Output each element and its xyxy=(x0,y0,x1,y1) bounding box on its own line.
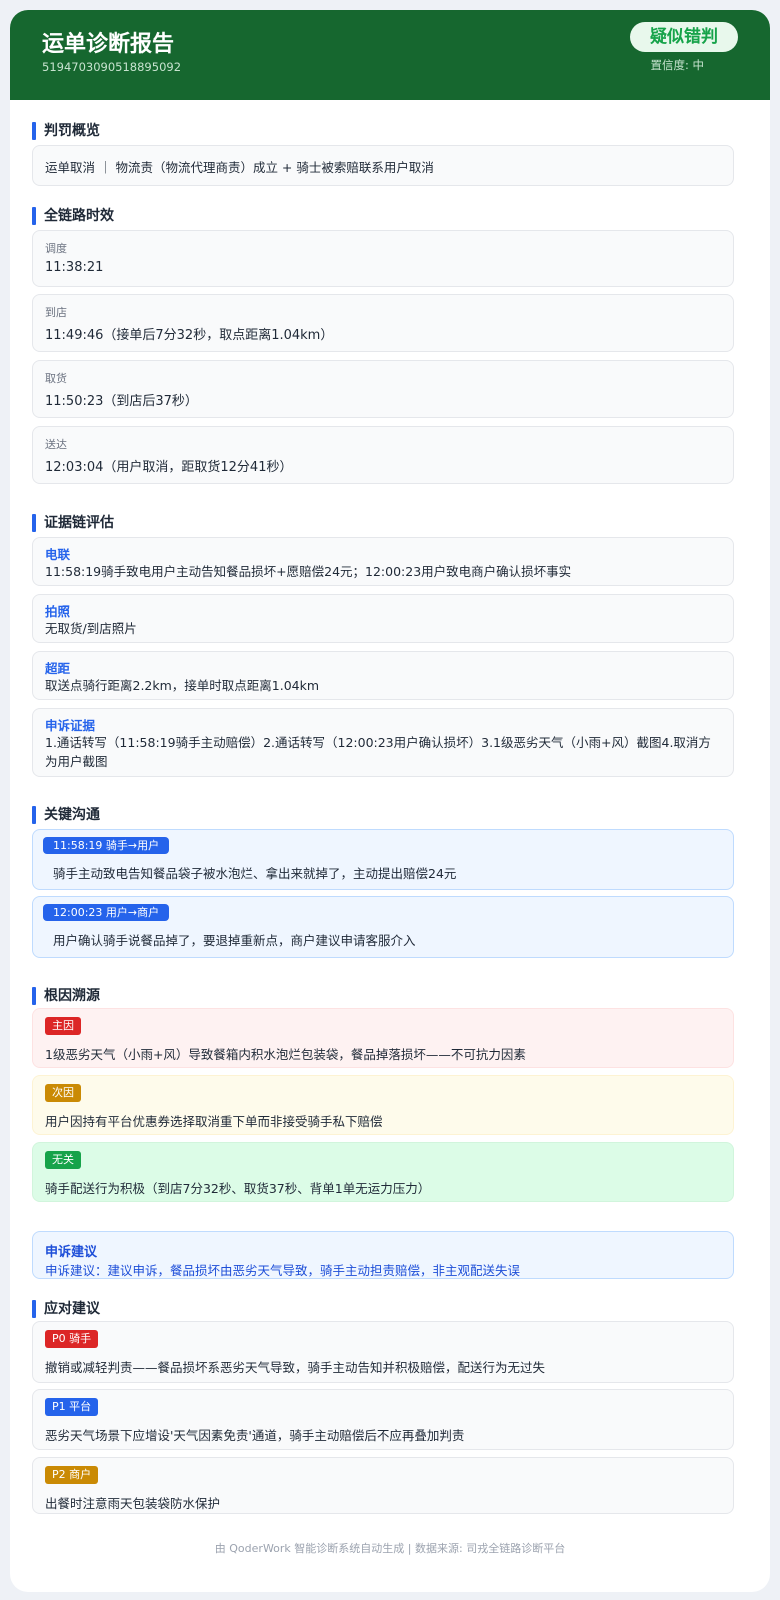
timeline-value: 11:50:23（到店后37秒） xyxy=(45,394,198,409)
action-priority-tag: P1 平台 xyxy=(45,1398,99,1416)
root-cause-tag: 无关 xyxy=(45,1151,81,1169)
communication-body: 骑手主动致电告知餐品袋子被水泡烂、拿出来就掉了，主动提出赔偿24元 xyxy=(53,866,457,881)
root-cause-body: 骑手配送行为积极（到店7分32秒、取货37秒、背单1单无运力压力） xyxy=(45,1181,431,1196)
evidence-title: 超距 xyxy=(45,661,71,676)
section-title-summary: 判罚概览 xyxy=(32,122,100,140)
action-body: 恶劣天气场景下应增设'天气因素免责'通道，骑手主动赔偿后不应再叠加判责 xyxy=(45,1428,465,1443)
timeline-value: 12:03:04（用户取消，距取货12分41秒） xyxy=(45,460,293,475)
evidence-title: 拍照 xyxy=(45,604,71,619)
order-id: 5194703090518895092 xyxy=(42,60,182,74)
action-body: 出餐时注意雨天包装袋防水保护 xyxy=(45,1496,221,1511)
timeline-item: 到店 11:49:46（接单后7分32秒，取点距离1.04km） xyxy=(32,294,734,352)
appeal-body: 申诉建议：建议申诉，餐品损坏由恶劣天气导致，骑手主动担责赔偿，非主观配送失误 xyxy=(45,1263,521,1278)
action-item: P2 商户 出餐时注意雨天包装袋防水保护 xyxy=(32,1457,734,1514)
root-cause-item: 主因 1级恶劣天气（小雨+风）导致餐箱内积水泡烂包装袋，餐品掉落损坏——不可抗力… xyxy=(32,1008,734,1068)
action-item: P0 骑手 撤销或减轻判责——餐品损坏系恶劣天气导致，骑手主动告知并积极赔偿，配… xyxy=(32,1321,734,1383)
root-cause-tag: 主因 xyxy=(45,1017,81,1035)
root-cause-item: 次因 用户因持有平台优惠券选择取消重下单而非接受骑手私下赔偿 xyxy=(32,1075,734,1135)
timeline-item: 取货 11:50:23（到店后37秒） xyxy=(32,360,734,418)
timeline-item: 调度 11:38:21 xyxy=(32,230,734,287)
root-cause-item: 无关 骑手配送行为积极（到店7分32秒、取货37秒、背单1单无运力压力） xyxy=(32,1142,734,1202)
report-header: 运单诊断报告 5194703090518895092 疑似错判 置信度: 中 xyxy=(10,10,770,100)
timeline-value: 11:38:21 xyxy=(45,260,104,275)
action-body: 撤销或减轻判责——餐品损坏系恶劣天气导致，骑手主动告知并积极赔偿，配送行为无过失 xyxy=(45,1360,546,1375)
summary-box: 运单取消 ｜ 物流责（物流代理商责）成立 + 骑士被索赔联系用户取消 xyxy=(32,145,734,186)
verdict-badge: 疑似错判 xyxy=(630,22,738,52)
timeline-item: 送达 12:03:04（用户取消，距取货12分41秒） xyxy=(32,426,734,484)
page-title: 运单诊断报告 xyxy=(42,32,175,57)
section-title-communication: 关键沟通 xyxy=(32,806,100,824)
communication-item: 12:00:23 用户→商户 用户确认骑手说餐品掉了，要退掉重新点，商户建议申请… xyxy=(32,896,734,958)
evidence-body: 11:58:19骑手致电用户主动告知餐品损坏+愿赔偿24元；12:00:23用户… xyxy=(45,564,572,579)
section-title-actions: 应对建议 xyxy=(32,1300,100,1318)
section-title-evidence: 证据链评估 xyxy=(32,514,114,532)
evidence-item: 电联 11:58:19骑手致电用户主动告知餐品损坏+愿赔偿24元；12:00:2… xyxy=(32,537,734,586)
evidence-body: 1.通话转写（11:58:19骑手主动赔偿）2.通话转写（12:00:23用户确… xyxy=(45,735,711,769)
section-title-timeline: 全链路时效 xyxy=(32,207,114,225)
root-cause-tag: 次因 xyxy=(45,1084,81,1102)
report-card: 运单诊断报告 5194703090518895092 疑似错判 置信度: 中 判… xyxy=(10,10,770,1592)
summary-text: 运单取消 ｜ 物流责（物流代理商责）成立 + 骑士被索赔联系用户取消 xyxy=(45,160,434,175)
action-priority-tag: P0 骑手 xyxy=(45,1330,99,1348)
evidence-title: 申诉证据 xyxy=(45,718,96,733)
root-cause-body: 用户因持有平台优惠券选择取消重下单而非接受骑手私下赔偿 xyxy=(45,1114,383,1129)
section-title-root-cause: 根因溯源 xyxy=(32,987,100,1005)
evidence-item: 超距 取送点骑行距离2.2km，接单时取点距离1.04km xyxy=(32,651,734,700)
evidence-item: 申诉证据 1.通话转写（11:58:19骑手主动赔偿）2.通话转写（12:00:… xyxy=(32,708,734,777)
evidence-body: 取送点骑行距离2.2km，接单时取点距离1.04km xyxy=(45,678,320,693)
root-cause-body: 1级恶劣天气（小雨+风）导致餐箱内积水泡烂包装袋，餐品掉落损坏——不可抗力因素 xyxy=(45,1047,526,1062)
timeline-label: 调度 xyxy=(45,242,67,255)
communication-tag: 11:58:19 骑手→用户 xyxy=(43,837,170,854)
appeal-title: 申诉建议 xyxy=(45,1245,98,1260)
evidence-item: 拍照 无取货/到店照片 xyxy=(32,594,734,643)
action-priority-tag: P2 商户 xyxy=(45,1466,99,1484)
timeline-value: 11:49:46（接单后7分32秒，取点距离1.04km） xyxy=(45,328,334,343)
timeline-label: 取货 xyxy=(45,372,67,385)
evidence-title: 电联 xyxy=(45,547,71,562)
timeline-label: 到店 xyxy=(45,306,67,319)
appeal-box: 申诉建议 申诉建议：建议申诉，餐品损坏由恶劣天气导致，骑手主动担责赔偿，非主观配… xyxy=(32,1231,734,1279)
evidence-body: 无取货/到店照片 xyxy=(45,621,137,636)
action-item: P1 平台 恶劣天气场景下应增设'天气因素免责'通道，骑手主动赔偿后不应再叠加判… xyxy=(32,1389,734,1450)
timeline-label: 送达 xyxy=(45,438,67,451)
communication-tag: 12:00:23 用户→商户 xyxy=(43,904,170,921)
communication-item: 11:58:19 骑手→用户 骑手主动致电告知餐品袋子被水泡烂、拿出来就掉了，主… xyxy=(32,829,734,890)
footer-text: 由 QoderWork 智能诊断系统自动生成 | 数据来源: 司戎全链路诊断平台 xyxy=(214,1542,566,1555)
confidence-label: 置信度: 中 xyxy=(650,58,704,72)
communication-body: 用户确认骑手说餐品掉了，要退掉重新点，商户建议申请客服介入 xyxy=(53,933,416,948)
